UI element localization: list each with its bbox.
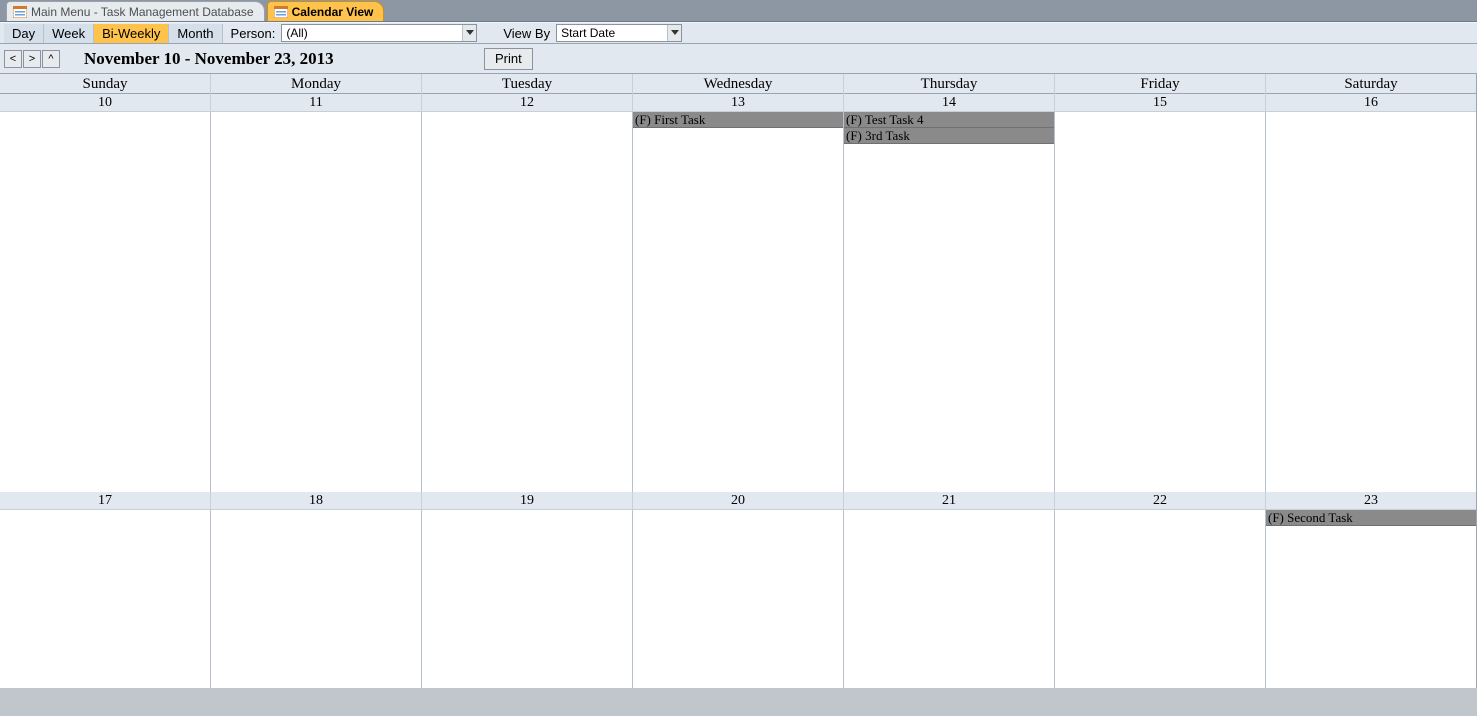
date-number: 23 <box>1266 492 1477 510</box>
view-biweekly-button[interactable]: Bi-Weekly <box>94 24 169 43</box>
day-name: Sunday <box>0 74 211 94</box>
cells-row: (F) Second Task <box>0 510 1477 688</box>
tab-calendar-view[interactable]: Calendar View <box>267 1 385 21</box>
task-item[interactable]: (F) First Task <box>633 112 843 128</box>
person-label: Person: <box>223 26 282 41</box>
date-number: 17 <box>0 492 211 510</box>
date-number: 20 <box>633 492 844 510</box>
day-cell[interactable] <box>844 510 1055 688</box>
day-cell[interactable] <box>422 112 633 492</box>
tab-main-menu[interactable]: Main Menu - Task Management Database <box>6 1 265 21</box>
prev-button[interactable]: < <box>4 50 22 68</box>
week-row: 10 11 12 13 14 15 16 (F) First Task (F) … <box>0 94 1477 492</box>
task-item[interactable]: (F) Second Task <box>1266 510 1476 526</box>
date-number: 15 <box>1055 94 1266 112</box>
day-cell[interactable] <box>1055 112 1266 492</box>
viewby-label: View By <box>495 26 556 41</box>
day-cell[interactable] <box>1266 112 1477 492</box>
chevron-down-icon <box>462 25 476 41</box>
day-names-row: Sunday Monday Tuesday Wednesday Thursday… <box>0 74 1477 94</box>
day-cell[interactable] <box>422 510 633 688</box>
form-icon <box>13 6 27 18</box>
date-range-label: November 10 - November 23, 2013 <box>84 49 334 69</box>
date-number: 14 <box>844 94 1055 112</box>
date-number-row: 17 18 19 20 21 22 23 <box>0 492 1477 510</box>
date-number: 19 <box>422 492 633 510</box>
person-combo-value: (All) <box>282 26 462 40</box>
day-cell[interactable] <box>211 510 422 688</box>
day-cell[interactable] <box>1055 510 1266 688</box>
day-name: Tuesday <box>422 74 633 94</box>
viewby-combo[interactable]: Start Date <box>556 24 682 42</box>
day-cell[interactable]: (F) Test Task 4 (F) 3rd Task <box>844 112 1055 492</box>
day-cell[interactable] <box>211 112 422 492</box>
day-cell[interactable] <box>0 510 211 688</box>
task-item[interactable]: (F) Test Task 4 <box>844 112 1054 128</box>
day-name: Monday <box>211 74 422 94</box>
day-name: Friday <box>1055 74 1266 94</box>
nav-buttons: < > ^ <box>4 50 60 68</box>
day-cell[interactable]: (F) First Task <box>633 112 844 492</box>
cells-row: (F) First Task (F) Test Task 4 (F) 3rd T… <box>0 112 1477 492</box>
print-button[interactable]: Print <box>484 48 533 70</box>
date-number: 18 <box>211 492 422 510</box>
view-month-button[interactable]: Month <box>169 24 222 43</box>
date-number-row: 10 11 12 13 14 15 16 <box>0 94 1477 112</box>
date-number: 16 <box>1266 94 1477 112</box>
form-icon <box>274 6 288 18</box>
date-number: 21 <box>844 492 1055 510</box>
date-number: 13 <box>633 94 844 112</box>
viewby-combo-value: Start Date <box>557 26 667 40</box>
day-cell[interactable]: (F) Second Task <box>1266 510 1477 688</box>
chevron-down-icon <box>667 25 681 41</box>
tab-label: Main Menu - Task Management Database <box>31 5 254 19</box>
day-name: Thursday <box>844 74 1055 94</box>
up-button[interactable]: ^ <box>42 50 60 68</box>
date-number: 11 <box>211 94 422 112</box>
next-button[interactable]: > <box>23 50 41 68</box>
date-number: 12 <box>422 94 633 112</box>
calendar-header: < > ^ November 10 - November 23, 2013 Pr… <box>0 44 1477 74</box>
day-cell[interactable] <box>633 510 844 688</box>
tab-label: Calendar View <box>292 5 374 19</box>
tab-bar: Main Menu - Task Management Database Cal… <box>0 0 1477 22</box>
task-item[interactable]: (F) 3rd Task <box>844 128 1054 144</box>
day-name: Saturday <box>1266 74 1477 94</box>
date-number: 10 <box>0 94 211 112</box>
view-toolbar: Day Week Bi-Weekly Month Person: (All) V… <box>0 22 1477 44</box>
date-number: 22 <box>1055 492 1266 510</box>
view-week-button[interactable]: Week <box>44 24 94 43</box>
day-cell[interactable] <box>0 112 211 492</box>
week-row: 17 18 19 20 21 22 23 (F) Second Task <box>0 492 1477 688</box>
day-name: Wednesday <box>633 74 844 94</box>
person-combo[interactable]: (All) <box>281 24 477 42</box>
view-day-button[interactable]: Day <box>4 24 44 43</box>
